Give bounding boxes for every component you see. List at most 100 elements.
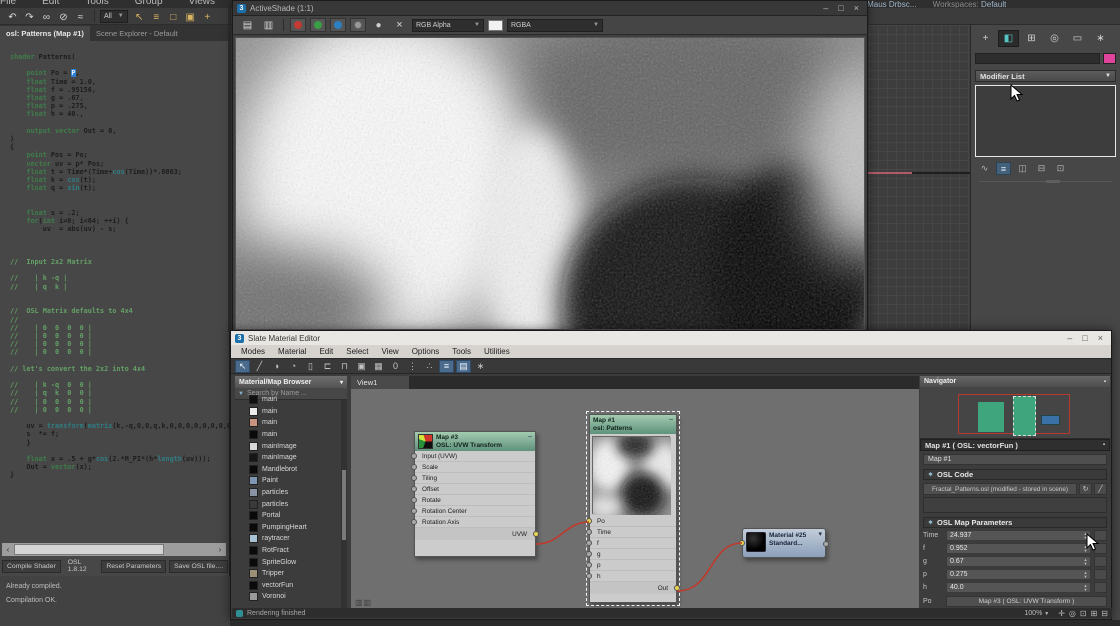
browser-item-particles[interactable]: particles — [235, 498, 341, 510]
input-socket[interactable] — [411, 497, 417, 503]
reload-osl-icon[interactable]: ↻ — [1079, 483, 1092, 495]
node-input-rotation-center[interactable]: Rotation Center — [415, 506, 535, 517]
show-map-in-viewport-icon[interactable]: ▦ — [371, 360, 386, 373]
connect-nodes-icon[interactable]: ∴ — [422, 360, 437, 373]
blue-channel-button[interactable] — [330, 18, 346, 32]
tab-scene-explorer[interactable]: Scene Explorer - Default — [90, 26, 184, 41]
zoom-selected-icon[interactable]: ⊟ — [1101, 609, 1108, 618]
hide-unused-nodeslots-icon[interactable]: ≡ — [439, 360, 454, 373]
slate-menu-modes[interactable]: Modes — [241, 347, 265, 356]
select-and-move-icon[interactable]: + — [199, 11, 216, 25]
assign-material-icon[interactable]: ◔ — [286, 360, 301, 373]
browser-item-Mandlebrot[interactable]: Mandlebrot — [235, 464, 341, 476]
remove-modifier-icon[interactable]: ⊟ — [1034, 162, 1049, 175]
spinner-icon[interactable]: ▲▼ — [1082, 557, 1089, 567]
tab-osl-patterns[interactable]: osl: Patterns (Map #1) — [0, 26, 90, 41]
activeshade-render-image[interactable] — [235, 37, 865, 330]
node-material25-standard[interactable]: Material #25Standard... ▾ — [742, 528, 826, 558]
menu-item-file[interactable]: File — [0, 0, 16, 7]
green-channel-button[interactable] — [310, 18, 326, 32]
node-output-row[interactable]: UVW — [415, 528, 535, 540]
save-image-icon[interactable]: ▤ — [239, 18, 256, 32]
delete-selected-icon[interactable]: ▯ — [303, 360, 318, 373]
show-end-result-icon[interactable]: ≡ — [996, 162, 1011, 175]
pan-hand-icon[interactable]: ✛ — [1058, 609, 1065, 618]
browser-item-Paint[interactable]: Paint — [235, 475, 341, 487]
browser-item-SpriteGlow[interactable]: SpriteGlow — [235, 556, 341, 568]
redo-icon[interactable]: ↷ — [21, 11, 38, 25]
modifier-list-dropdown[interactable]: Modifier List ▼ — [975, 70, 1116, 82]
background-color-swatch[interactable] — [488, 20, 503, 31]
browser-scrollbar[interactable] — [341, 400, 347, 608]
po-map-slot-button[interactable]: Map #3 ( OSL: UVW Transform ) — [946, 596, 1107, 607]
layout-children-icon[interactable]: ⊓ — [337, 360, 352, 373]
rectangular-selection-region-icon[interactable]: □ — [165, 11, 182, 25]
selection-filter-dropdown[interactable]: All▼ — [100, 10, 128, 23]
tab-view1[interactable]: View1 — [351, 376, 409, 389]
menu-item-group[interactable]: Group — [135, 0, 163, 7]
node-input-h[interactable]: h — [590, 571, 676, 582]
node-header[interactable]: Map #1osl: Patterns – — [590, 415, 676, 434]
node-input-g[interactable]: g — [590, 549, 676, 560]
slate-menu-select[interactable]: Select — [346, 347, 368, 356]
browser-item-particles[interactable]: particles — [235, 487, 341, 499]
node-input-offset[interactable]: Offset — [415, 484, 535, 495]
zoom-icon[interactable]: ◎ — [1069, 609, 1076, 618]
navigator-minimap[interactable] — [920, 387, 1110, 439]
maximize-icon[interactable]: □ — [838, 4, 843, 13]
slate-menu-options[interactable]: Options — [412, 347, 440, 356]
pin-icon[interactable]: ▪ — [1104, 379, 1106, 385]
tab-create[interactable]: + — [975, 30, 996, 47]
close-icon[interactable]: × — [854, 4, 859, 13]
input-socket[interactable] — [411, 519, 417, 525]
object-name-field[interactable] — [975, 53, 1100, 64]
map-name-field[interactable]: Map #1 — [923, 454, 1107, 465]
select-object-icon[interactable]: ↖ — [131, 11, 148, 25]
browser-item-RotFract[interactable]: RotFract — [235, 545, 341, 557]
put-to-library-icon[interactable]: ◑ — [269, 360, 284, 373]
show-shaded-material-icon[interactable]: ⋮ — [405, 360, 420, 373]
minimize-icon[interactable]: – — [823, 4, 828, 13]
tab-modify[interactable]: ◧ — [998, 30, 1019, 47]
slate-menu-material[interactable]: Material — [278, 347, 306, 356]
minimize-icon[interactable]: – — [1067, 334, 1072, 343]
node-input-po[interactable]: Po — [590, 516, 676, 527]
show-background-icon[interactable]: 0 — [388, 360, 403, 373]
browser-item-main[interactable]: main — [235, 394, 341, 406]
slate-titlebar[interactable]: 3 Slate Material Editor – □ × — [231, 331, 1111, 345]
node-input-tiling[interactable]: Tiling — [415, 473, 535, 484]
input-socket[interactable] — [739, 540, 745, 546]
output-socket[interactable] — [674, 585, 680, 591]
reset-parameters-button[interactable]: Reset Parameters — [101, 560, 166, 573]
slate-menu-view[interactable]: View — [382, 347, 399, 356]
close-icon[interactable]: × — [1098, 334, 1103, 343]
alpha-channel-button[interactable] — [350, 18, 366, 32]
input-socket[interactable] — [411, 464, 417, 470]
slate-menu-edit[interactable]: Edit — [319, 347, 333, 356]
configure-modifier-sets-icon[interactable]: ⊡ — [1053, 162, 1068, 175]
material-id-channel-icon[interactable]: ▤ — [456, 360, 471, 373]
slate-menu-utilities[interactable]: Utilities — [484, 347, 510, 356]
tab-display[interactable]: ▭ — [1067, 30, 1088, 47]
osl-code-rollout[interactable]: ∗ OSL Code — [923, 469, 1107, 480]
scroll-left-icon[interactable]: ‹ — [2, 545, 14, 554]
save-osl-file-button[interactable]: Save OSL file.... — [169, 560, 228, 573]
input-socket[interactable] — [411, 475, 417, 481]
node-input-f[interactable]: f — [590, 538, 676, 549]
undo-icon[interactable]: ↶ — [4, 11, 21, 25]
make-unique-icon[interactable]: ◫ — [1015, 162, 1030, 175]
parameter-panel-header[interactable]: Map #1 ( OSL: vectorFun )▪ — [920, 439, 1110, 451]
node-header[interactable]: Map #3OSL: UVW Transform – — [415, 432, 535, 451]
browser-item-main[interactable]: main — [235, 417, 341, 429]
scrollbar-thumb[interactable] — [14, 544, 164, 555]
browser-item-mainImage[interactable]: mainImage — [235, 440, 341, 452]
browser-item-PumpingHeart[interactable]: PumpingHeart — [235, 522, 341, 534]
material-preview-icon[interactable]: ▣ — [354, 360, 369, 373]
input-socket[interactable] — [586, 562, 592, 568]
zoom-region-icon[interactable]: ⊡ — [1080, 609, 1087, 618]
zoom-percent-dropdown[interactable]: 100% ▼ — [1024, 610, 1049, 617]
param-value-field[interactable]: 0.67▲▼ — [946, 556, 1091, 567]
tab-hierarchy[interactable]: ⊞ — [1021, 30, 1042, 47]
input-socket[interactable] — [586, 551, 592, 557]
browser-item-mainImage[interactable]: mainImage — [235, 452, 341, 464]
